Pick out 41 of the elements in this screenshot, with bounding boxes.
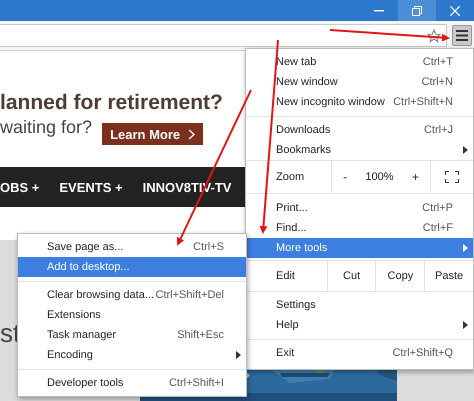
zoom-level: 100% bbox=[365, 171, 394, 183]
zoom-out-button[interactable]: - bbox=[339, 170, 352, 184]
menu-item[interactable]: Bookmarks bbox=[246, 140, 473, 160]
fullscreen-icon bbox=[445, 171, 459, 183]
ad-subline: waiting for? bbox=[0, 117, 92, 137]
close-icon bbox=[450, 6, 460, 16]
nav-link[interactable]: EVENTS + bbox=[59, 180, 123, 194]
restore-icon bbox=[412, 6, 422, 16]
menu-item[interactable]: Task manager Shift+Esc bbox=[18, 325, 246, 345]
menu-item[interactable]: Downloads Ctrl+J bbox=[246, 120, 473, 140]
zoom-in-button[interactable]: + bbox=[408, 170, 423, 184]
address-bar[interactable] bbox=[0, 24, 447, 47]
menu-item[interactable]: Find... Ctrl+F bbox=[246, 218, 473, 238]
menu-item[interactable]: New incognito window Ctrl+Shift+N bbox=[246, 92, 473, 112]
menu-icon bbox=[456, 30, 468, 41]
edit-label: Edit bbox=[275, 270, 296, 282]
ad-headline: lanned for retirement? bbox=[0, 91, 223, 115]
menu-item[interactable]: Save page as... Ctrl+S bbox=[18, 237, 246, 257]
menu-item[interactable]: Settings bbox=[246, 295, 473, 315]
menu-item[interactable]: More tools bbox=[246, 238, 473, 258]
star-icon[interactable] bbox=[427, 28, 441, 42]
menu-item[interactable]: New tab Ctrl+T bbox=[246, 52, 473, 72]
restore-button[interactable] bbox=[398, 0, 436, 21]
chevron-icon bbox=[188, 128, 196, 140]
nav-link[interactable]: OBS + bbox=[0, 180, 40, 194]
menu-button[interactable] bbox=[452, 25, 472, 46]
menu-item[interactable]: Extensions bbox=[18, 305, 246, 325]
menu-item[interactable]: Clear browsing data...Ctrl+Shift+Del bbox=[18, 285, 246, 305]
menu-item[interactable]: Encoding bbox=[18, 345, 246, 365]
learn-more-button[interactable]: Learn More bbox=[102, 123, 204, 145]
menu-item[interactable]: Print... Ctrl+P bbox=[246, 198, 473, 218]
menu-item[interactable]: Add to desktop... bbox=[18, 257, 246, 277]
edit-action-button[interactable]: Paste bbox=[424, 261, 473, 291]
minimize-icon bbox=[374, 10, 384, 12]
menu-item[interactable]: Exit Ctrl+Shift+Q bbox=[246, 343, 473, 363]
edit-action-button[interactable]: Cut bbox=[326, 261, 376, 291]
zoom-label: Zoom bbox=[275, 171, 306, 183]
edit-action-button[interactable]: Copy bbox=[375, 261, 424, 291]
menu-item[interactable]: Help bbox=[246, 315, 473, 335]
menu-item[interactable]: New window Ctrl+N bbox=[246, 72, 473, 92]
menu-item[interactable]: Developer tools Ctrl+Shift+I bbox=[18, 373, 246, 393]
